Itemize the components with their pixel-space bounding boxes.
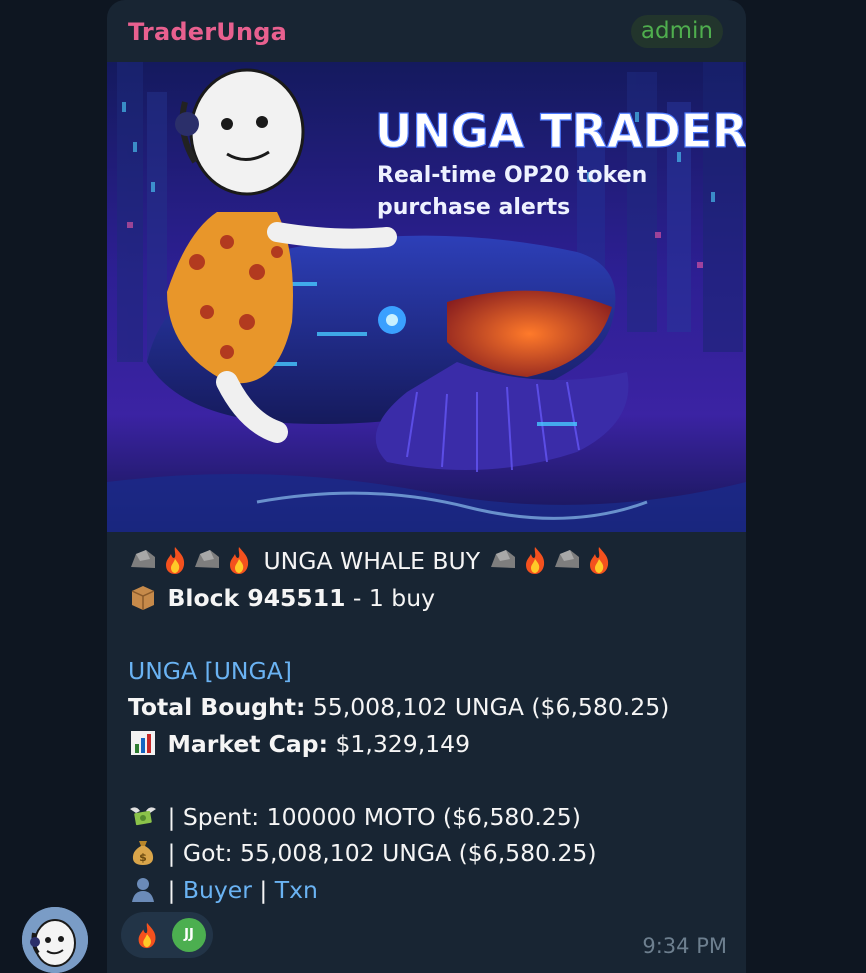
market-cap-label: Market Cap: xyxy=(167,729,328,758)
package-icon xyxy=(131,585,155,610)
links-separator: | xyxy=(167,875,183,904)
message-bubble[interactable]: TraderUnga admin UNGA TRADER Real-time O… xyxy=(107,0,746,973)
money-with-wings-icon xyxy=(130,806,156,825)
block-line: Block 945511 - 1 buy xyxy=(128,580,728,617)
message-header: TraderUnga admin xyxy=(107,0,746,62)
chat-view: TraderUnga admin UNGA TRADER Real-time O… xyxy=(0,0,866,973)
money-bag-icon: $ xyxy=(132,841,154,865)
block-buy-count: - 1 buy xyxy=(345,583,436,612)
svg-text:$: $ xyxy=(139,851,147,864)
fire-icon xyxy=(589,547,608,574)
reaction-chip[interactable]: JJ xyxy=(121,912,213,958)
total-bought-value: 55,008,102 UNGA ($6,580.25) xyxy=(305,693,670,721)
headline-line: UNGA WHALE BUY xyxy=(128,543,728,580)
user-silhouette-icon xyxy=(132,877,154,902)
bar-chart-icon xyxy=(131,730,155,755)
banner-subtitle-2: purchase alerts xyxy=(377,195,570,220)
message-text: UNGA WHALE BUY Block 945511 - 1 buy UNGA… xyxy=(128,543,728,908)
admin-badge: admin xyxy=(630,15,723,48)
spent-line: | Spent: 100000 MOTO ($6,580.25) xyxy=(128,799,728,836)
market-cap-line: Market Cap: $1,329,149 xyxy=(128,726,728,763)
fire-icon xyxy=(166,547,185,574)
rock-icon xyxy=(554,550,579,568)
got-text: | Got: 55,008,102 UNGA ($6,580.25) xyxy=(167,839,597,867)
rock-icon xyxy=(195,550,219,568)
token-line: UNGA [UNGA] xyxy=(128,653,728,690)
sender-avatar[interactable] xyxy=(22,907,88,973)
total-bought-label: Total Bought: xyxy=(128,693,306,721)
fire-icon xyxy=(525,547,544,574)
sender-name[interactable]: TraderUnga xyxy=(128,18,287,46)
avatar-face-icon xyxy=(22,907,88,973)
banner-artwork: UNGA TRADER Real-time OP20 token purchas… xyxy=(107,62,746,532)
links-line: | Buyer | Txn xyxy=(128,872,728,909)
links-separator: | xyxy=(251,875,275,904)
message-time: 9:34 PM xyxy=(642,934,727,958)
fire-icon xyxy=(230,547,249,574)
block-number: Block 945511 xyxy=(167,583,346,612)
spent-text: | Spent: 100000 MOTO ($6,580.25) xyxy=(167,802,581,831)
got-line: $ | Got: 55,008,102 UNGA ($6,580.25) xyxy=(128,835,728,872)
buyer-link[interactable]: Buyer xyxy=(183,876,252,904)
reactor-avatar: JJ xyxy=(172,918,206,952)
rock-icon xyxy=(490,550,515,568)
banner-subtitle-1: Real-time OP20 token xyxy=(377,163,647,188)
total-bought-line: Total Bought: 55,008,102 UNGA ($6,580.25… xyxy=(128,689,728,726)
headline-text: UNGA WHALE BUY xyxy=(263,547,481,575)
rock-icon xyxy=(131,550,155,568)
txn-link[interactable]: Txn xyxy=(275,876,318,904)
banner-title: UNGA TRADER xyxy=(375,104,746,158)
token-link[interactable]: UNGA [UNGA] xyxy=(128,657,292,685)
market-cap-value: $1,329,149 xyxy=(328,729,471,758)
banner-image[interactable]: UNGA TRADER Real-time OP20 token purchas… xyxy=(107,62,746,532)
fire-icon xyxy=(138,922,156,949)
